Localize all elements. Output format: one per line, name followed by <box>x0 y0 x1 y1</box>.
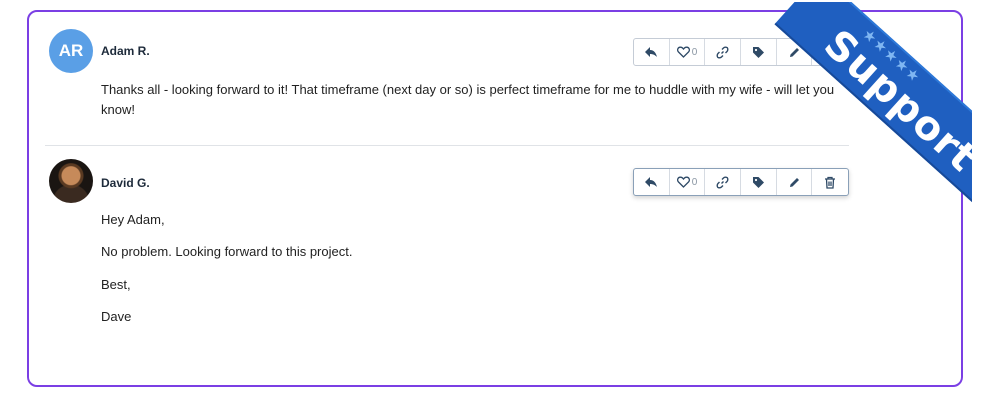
link-icon <box>716 176 729 189</box>
heart-icon <box>676 46 690 58</box>
tag-icon <box>752 176 765 189</box>
like-button[interactable]: 0 <box>670 39 706 65</box>
avatar <box>49 159 93 203</box>
tag-icon <box>752 46 765 59</box>
reply-icon <box>644 176 658 188</box>
reply-button[interactable] <box>634 169 670 195</box>
copy-link-button[interactable] <box>705 169 742 195</box>
trash-icon <box>824 176 836 189</box>
reply-icon <box>644 46 658 58</box>
pencil-icon <box>788 46 801 59</box>
post-toolbar: 0 <box>633 38 849 66</box>
delete-button[interactable] <box>812 39 848 65</box>
conversation-frame: AR Adam R. 0 Thanks all - looking forwar… <box>27 10 963 387</box>
post-paragraph: Thanks all - looking forward to it! That… <box>101 82 835 117</box>
post-body: Thanks all - looking forward to it! That… <box>101 80 861 120</box>
pencil-icon <box>788 176 801 189</box>
tag-button[interactable] <box>741 169 777 195</box>
author-name[interactable]: Adam R. <box>101 44 150 58</box>
post-paragraph: Best, <box>101 277 131 292</box>
avatar-initials: AR <box>58 41 84 60</box>
post-paragraph: Dave <box>101 309 132 324</box>
tag-button[interactable] <box>741 39 777 65</box>
author-name[interactable]: David G. <box>101 176 150 190</box>
post-toolbar: 0 <box>633 168 849 196</box>
link-icon <box>716 46 729 59</box>
edit-button[interactable] <box>777 39 813 65</box>
reply-button[interactable] <box>634 39 670 65</box>
avatar: AR <box>49 29 93 73</box>
copy-link-button[interactable] <box>705 39 742 65</box>
like-count: 0 <box>691 176 698 188</box>
delete-button[interactable] <box>812 169 848 195</box>
heart-icon <box>676 176 690 188</box>
edit-button[interactable] <box>777 169 813 195</box>
trash-icon <box>824 46 836 59</box>
post-divider <box>45 145 849 146</box>
post-paragraph: No problem. Looking forward to this proj… <box>101 244 353 259</box>
post-body: Hey Adam, No problem. Looking forward to… <box>101 210 801 327</box>
post-paragraph: Hey Adam, <box>101 212 165 227</box>
like-button[interactable]: 0 <box>670 169 706 195</box>
like-count: 0 <box>691 46 698 58</box>
